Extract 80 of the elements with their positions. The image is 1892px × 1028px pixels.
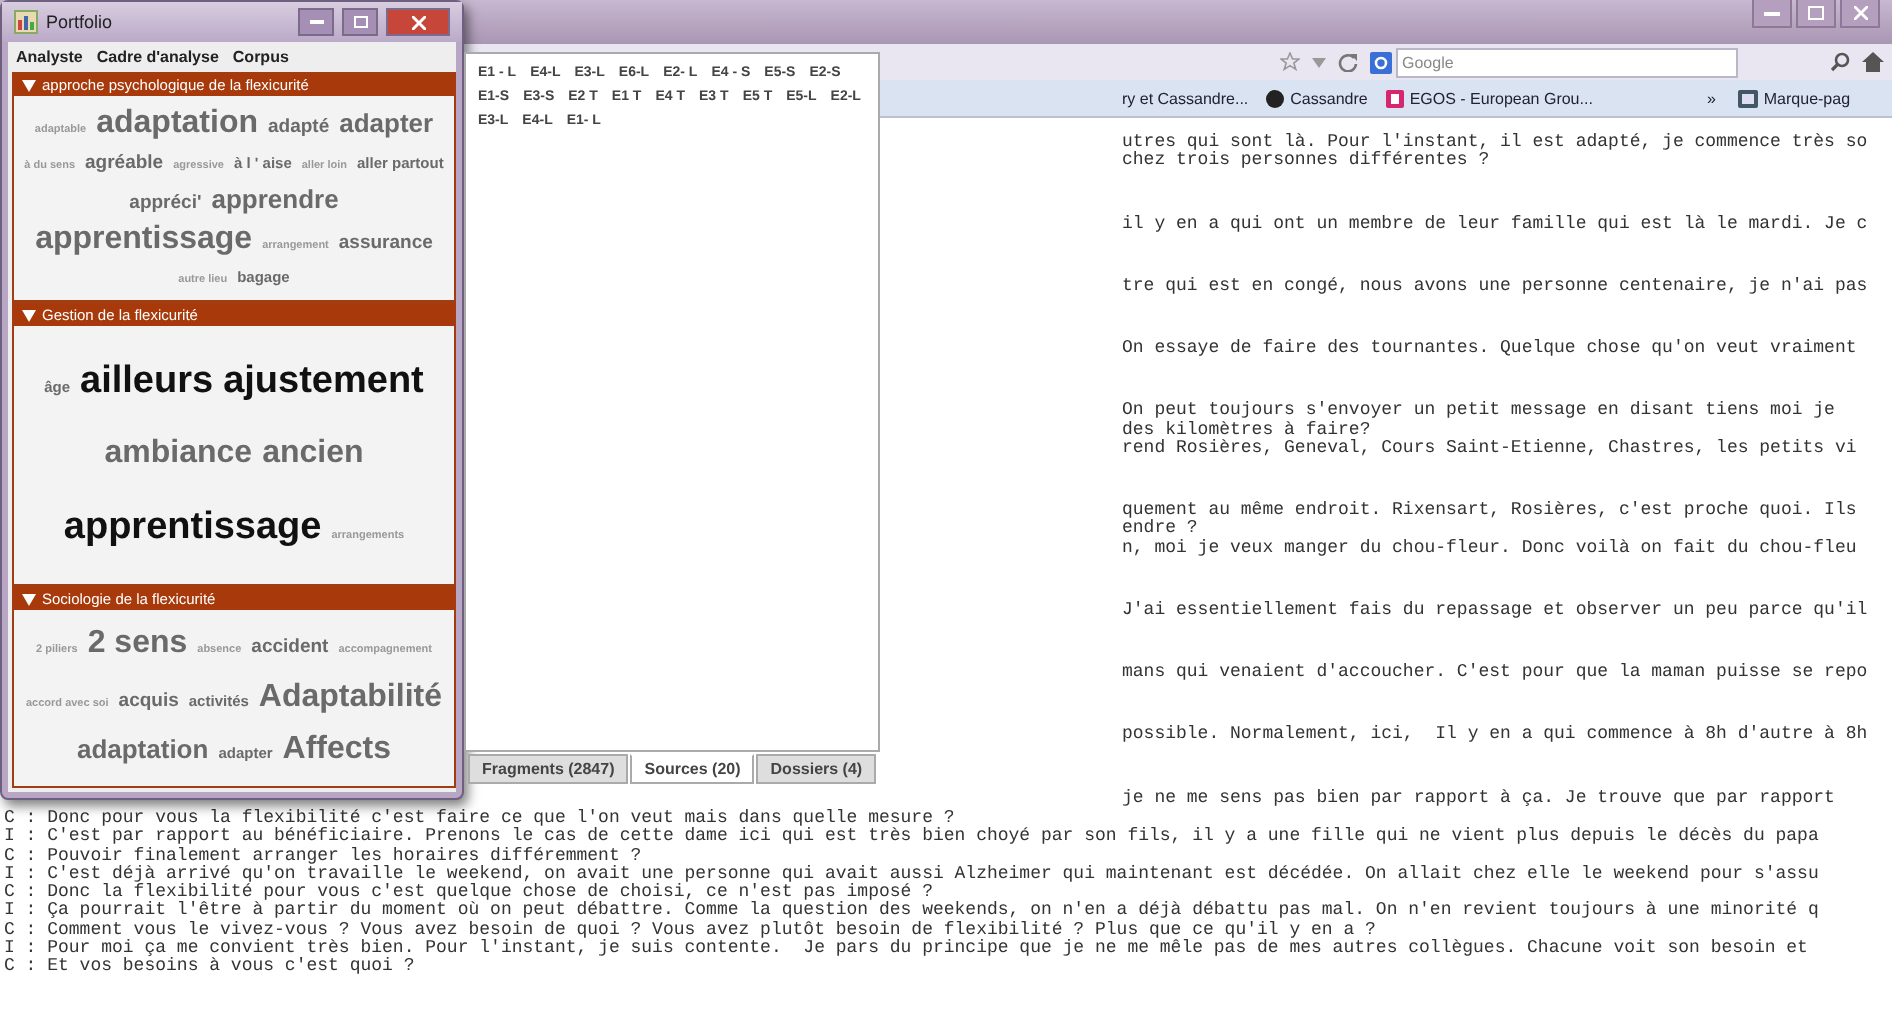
close-icon [411, 15, 425, 29]
cloud-word[interactable]: appréci' [129, 193, 202, 214]
tab[interactable]: Sources (20) [630, 754, 755, 784]
menu-item[interactable]: Corpus [232, 48, 289, 66]
maximize-icon [353, 16, 367, 28]
maximize-icon [1808, 6, 1824, 20]
cloud-word[interactable]: adaptation [96, 107, 258, 142]
transcript-line: chez trois personnes différentes ? [1122, 152, 1492, 172]
bookmark-link[interactable]: EGOS - European Grou... [1409, 89, 1593, 107]
minimize-button[interactable] [1752, 0, 1792, 28]
transcript-line: possible. Normalement, ici, Il y en a qui commence à 8h d'autre à 8h [1122, 726, 1870, 746]
bookmark-link[interactable]: » [1706, 89, 1716, 107]
transcript-line: tre qui est en congé, nous avons une personne centenaire, je n'ai pas [1122, 277, 1870, 297]
maximize-button[interactable] [342, 8, 378, 36]
cloud-word[interactable]: 2 sens [87, 628, 188, 663]
cloud-word[interactable]: ambiance [104, 438, 253, 472]
transcript-line: des kilomètres à faire? [1122, 421, 1373, 440]
folder-icon [1737, 89, 1758, 107]
minimize-button[interactable] [298, 8, 334, 36]
dot-icon [1266, 89, 1285, 107]
transcript-line: n, moi je veux manger du chou-fleur. Donc voilà on fait du chou-fleu [1122, 539, 1859, 558]
transcript-line: C : Donc la flexibilité pour vous c'est quelque chose de choisi, ce n'est pas imposé ? [4, 884, 933, 903]
transcript-line: C : Comment vous le vivez-vous ? Vous avez besoin de quoi ? Vous avez plutôt besoin de flexibilité ? Plus que ce qu'il y en a ? [4, 921, 1378, 940]
transcript-line: On essaye de faire des tournantes. Quelque chose qu'on veut vraiment [1122, 340, 1859, 359]
transcript-line: mans qui venaient d'accoucher. C'est pour que la maman puisse se repo [1122, 664, 1870, 683]
menu-item[interactable]: Analyste [16, 48, 83, 66]
search-engine-icon[interactable] [1370, 51, 1392, 73]
cloud-word[interactable]: ancien [262, 438, 364, 472]
search-icon[interactable] [1830, 52, 1850, 72]
cloud-word[interactable]: ajustement [223, 362, 424, 403]
transcript-line: il y en a qui ont un membre de leur famille qui est là le mardi. Je c [1122, 215, 1870, 234]
star-icon[interactable] [1280, 52, 1300, 72]
transcript-line: I : C'est par rapport au bénéficiaire. Prenons le cas de cette dame ici qui est très bien choyé par son fils, il y a une fille qui ne vient plus depuis le décès du papa [4, 828, 1821, 847]
transcript-line: utres qui sont là. Pour l'instant, il est adapté, je commence très so [1122, 134, 1870, 152]
app-icon [14, 10, 38, 34]
transcript-line: rend Rosières, Geneval, Cours Saint-Etienne, Chastres, les petits vi [1122, 439, 1859, 459]
triangle-icon [22, 79, 36, 91]
maximize-button[interactable] [1796, 0, 1836, 28]
window-title: Portfolio [46, 12, 113, 32]
cloud-word[interactable]: assurance [338, 234, 433, 255]
transcript-line: C : Donc pour vous la flexibilité c'est faire ce que l'on veut mais dans quelle mesure ? [4, 810, 955, 828]
bookmark-icon [1385, 89, 1404, 107]
cloud-word[interactable]: acquis [118, 691, 179, 712]
transcript-line: C : Pouvoir finalement arranger les horaires différemment ? [4, 847, 644, 866]
cloud-word[interactable]: adapter [339, 109, 434, 138]
close-button[interactable] [1840, 0, 1880, 28]
bookmark-link[interactable]: Marque-pag [1763, 89, 1851, 107]
cloud-word[interactable]: Adaptabilité [258, 681, 442, 715]
triangle-icon [22, 309, 36, 321]
search-field[interactable]: Google [1396, 47, 1738, 77]
transcript-line: endre ? [1122, 520, 1200, 539]
tab[interactable]: Dossiers (4) [756, 754, 877, 784]
bookmark-link[interactable]: ry et Cassandre... [1122, 89, 1249, 107]
transcript-line: On peut toujours s'envoyer un petit message en disant tiens moi je [1122, 402, 1837, 421]
cloud-word[interactable]: apprentissage [63, 507, 322, 548]
transcript-line: quement au même endroit. Rixensart, Rosières, c'est proche quoi. Ils [1122, 502, 1859, 521]
minimize-icon [309, 20, 323, 24]
cloud-word[interactable]: apprentissage [35, 224, 253, 259]
reload-icon[interactable] [1338, 52, 1358, 72]
bookmark-link[interactable]: Cassandre [1290, 89, 1368, 107]
cloud-word[interactable]: agréable [85, 153, 164, 174]
menu-item[interactable]: Cadre d'analyse [96, 48, 219, 66]
cloud-word[interactable]: apprendre [211, 185, 339, 213]
tab[interactable]: Fragments (2847) [468, 754, 629, 784]
transcript-line: J'ai essentiellement fais du repassage et observer un peu parce qu'il [1122, 601, 1870, 621]
cloud-word[interactable]: accident [251, 638, 329, 659]
transcript-line: I : Ça pourrait l'être à partir du moment où on peut débattre. Comme la question des weekends, on n'en a déjà débattu pas mal. On n'en revient toujours à une minorité q [4, 902, 1821, 921]
transcript-line: je ne me sens pas bien par rapport à ça. Je trouve que par rapport [1122, 789, 1837, 808]
cloud-word[interactable]: Affects [282, 733, 392, 768]
close-icon [1853, 6, 1867, 20]
close-button[interactable] [386, 8, 450, 36]
cloud-word[interactable]: ailleurs [80, 362, 214, 403]
cloud-word[interactable]: adaptation [76, 735, 209, 763]
transcript-line: C : Et vos besoins à vous c'est quoi ? [4, 958, 417, 978]
cloud-word[interactable]: adapté [267, 117, 330, 138]
minimize-icon [1764, 11, 1780, 15]
triangle-icon [22, 593, 36, 605]
transcript-line: I : C'est déjà arrivé qu'on travaille le weekend, on avait une personne qui avait aussi Alzheimer qui maintenant est décédée. On allait chez elle le weekend pour s'assu [4, 865, 1821, 884]
transcript-line: I : Pour moi ça me convient très bien. Pour l'instant, je suis contente. Je pars du principe que je ne me mêle pas de mes autres collègues. Chacune voit son besoin et [4, 940, 1810, 959]
home-icon[interactable] [1862, 52, 1884, 72]
